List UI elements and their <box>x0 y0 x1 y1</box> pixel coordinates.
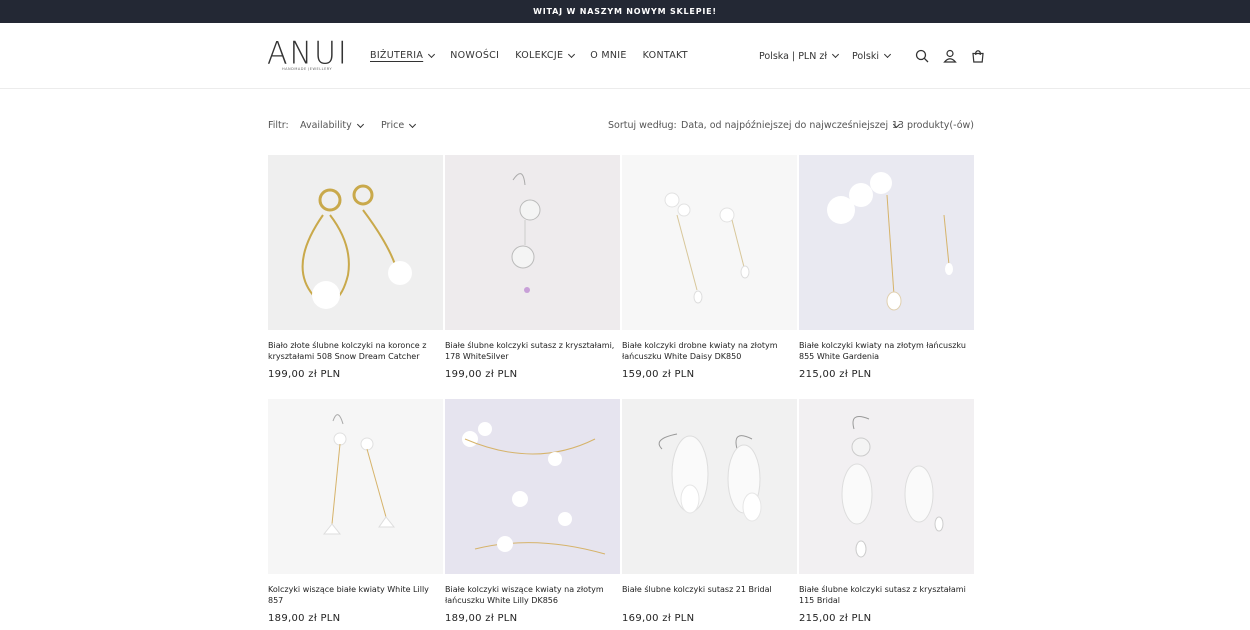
announcement-text: WITAJ W NASZYM NOWYM SKLEPIE! <box>533 7 717 16</box>
product-image[interactable] <box>622 399 797 574</box>
product-price: 199,00 zł PLN <box>268 369 341 380</box>
search-icon[interactable] <box>912 46 932 66</box>
product-price: 215,00 zł PLN <box>799 369 872 380</box>
filter-availability[interactable]: Availability <box>300 120 364 131</box>
earring-image <box>664 192 750 304</box>
product-card[interactable]: Białe ślubne kolczyki sutasz z kryształa… <box>445 155 620 380</box>
currency-selector[interactable]: Polska | PLN zł <box>759 50 840 62</box>
product-price: 215,00 zł PLN <box>799 613 872 624</box>
filter-availability-label: Availability <box>300 120 352 131</box>
product-price: 169,00 zł PLN <box>622 613 695 624</box>
product-card[interactable]: Biało złote ślubne kolczyki na koronce z… <box>268 155 443 380</box>
product-count: 13 produkty(-ów) <box>891 120 974 131</box>
product-card[interactable]: Białe ślubne kolczyki sutasz 21 Bridal 1… <box>622 399 797 624</box>
filter-bar: Filtr: Availability Price Sortuj według:… <box>268 120 974 132</box>
nav-kontakt-label: KONTAKT <box>642 50 688 61</box>
nav-kontakt[interactable]: KONTAKT <box>643 50 688 61</box>
nav-nowosci-label: NOWOŚCI <box>450 50 500 61</box>
earring-image <box>462 422 606 555</box>
chevron-down-icon <box>428 50 436 58</box>
nav-o-mnie-label: O MNIE <box>590 50 627 61</box>
nav-o-mnie[interactable]: O MNIE <box>590 50 626 61</box>
product-card[interactable]: Białe kolczyki wiszące kwiaty na złotym … <box>445 399 620 624</box>
product-title[interactable]: Białe kolczyki wiszące kwiaty na złotym … <box>445 584 620 606</box>
chevron-down-icon <box>356 120 364 128</box>
nav-bizuteria-label: BIŻUTERIA <box>370 50 424 61</box>
product-image[interactable] <box>268 399 443 574</box>
product-card[interactable]: Białe ślubne kolczyki sutasz z kryształa… <box>799 399 974 624</box>
account-icon[interactable] <box>940 46 960 66</box>
product-card[interactable]: Białe kolczyki drobne kwiaty na złotym ł… <box>622 155 797 380</box>
chevron-down-icon <box>831 50 840 59</box>
product-image[interactable] <box>622 155 797 330</box>
product-image[interactable] <box>799 155 974 330</box>
sort-value: Data, od najpóźniejszej do najwcześniejs… <box>681 120 889 131</box>
nav-bizuteria[interactable]: BIŻUTERIA <box>370 50 436 61</box>
filter-price-label: Price <box>381 120 405 131</box>
header-utilities: Polska | PLN zł Polski <box>759 46 988 66</box>
logo-tagline: HANDMADE JEWELLERY <box>282 67 333 71</box>
product-title[interactable]: Białe ślubne kolczyki sutasz z kryształa… <box>799 584 974 606</box>
announcement-bar: WITAJ W NASZYM NOWYM SKLEPIE! <box>0 0 1250 23</box>
chevron-down-icon <box>883 50 892 59</box>
sort-label: Sortuj według: <box>608 120 677 131</box>
logo-wordmark: ANUI <box>267 35 349 72</box>
nav-kolekcje[interactable]: KOLEKCJE <box>515 50 576 61</box>
site-header: ANUI HANDMADE JEWELLERY BIŻUTERIA NOWOŚC… <box>0 23 1250 89</box>
product-card[interactable]: Kolczyki wiszące białe kwiaty White Lill… <box>268 399 443 624</box>
earring-image <box>322 414 396 535</box>
product-price: 159,00 zł PLN <box>622 369 695 380</box>
product-image[interactable] <box>445 399 620 574</box>
language-selector[interactable]: Polski <box>852 50 892 62</box>
nav-nowosci[interactable]: NOWOŚCI <box>450 50 499 61</box>
cart-icon[interactable] <box>968 46 988 66</box>
earring-image <box>658 433 762 522</box>
product-title[interactable]: Białe kolczyki drobne kwiaty na złotym ł… <box>622 340 797 362</box>
product-title[interactable]: Biało złote ślubne kolczyki na koronce z… <box>268 340 443 362</box>
sort-select[interactable]: Data, od najpóźniejszej do najwcześniejs… <box>681 120 901 131</box>
language-label: Polski <box>852 50 879 62</box>
product-image[interactable] <box>268 155 443 330</box>
earring-image <box>827 172 953 311</box>
product-image[interactable] <box>445 155 620 330</box>
chevron-down-icon <box>409 120 417 128</box>
product-card[interactable]: Białe kolczyki kwiaty na złotym łańcuszk… <box>799 155 974 380</box>
filter-label: Filtr: <box>268 120 289 131</box>
earring-image <box>301 184 412 309</box>
logo[interactable]: ANUI HANDMADE JEWELLERY <box>267 35 349 75</box>
earring-image <box>511 173 541 293</box>
product-price: 189,00 zł PLN <box>268 613 341 624</box>
currency-label: Polska | PLN zł <box>759 50 828 62</box>
product-image[interactable] <box>799 399 974 574</box>
product-title[interactable]: Kolczyki wiszące białe kwiaty White Lill… <box>268 584 443 606</box>
product-title[interactable]: Białe ślubne kolczyki sutasz 21 Bridal <box>622 584 797 606</box>
nav-kolekcje-label: KOLEKCJE <box>515 50 564 61</box>
product-title[interactable]: Białe kolczyki kwiaty na złotym łańcuszk… <box>799 340 974 362</box>
chevron-down-icon <box>568 50 576 58</box>
main-nav: BIŻUTERIA NOWOŚCI KOLEKCJE O MNIE KONTAK… <box>370 50 704 61</box>
filter-price[interactable]: Price <box>381 120 417 131</box>
product-title[interactable]: Białe ślubne kolczyki sutasz z kryształa… <box>445 340 620 362</box>
product-price: 199,00 zł PLN <box>445 369 518 380</box>
product-price: 189,00 zł PLN <box>445 613 518 624</box>
earring-image <box>841 416 944 558</box>
